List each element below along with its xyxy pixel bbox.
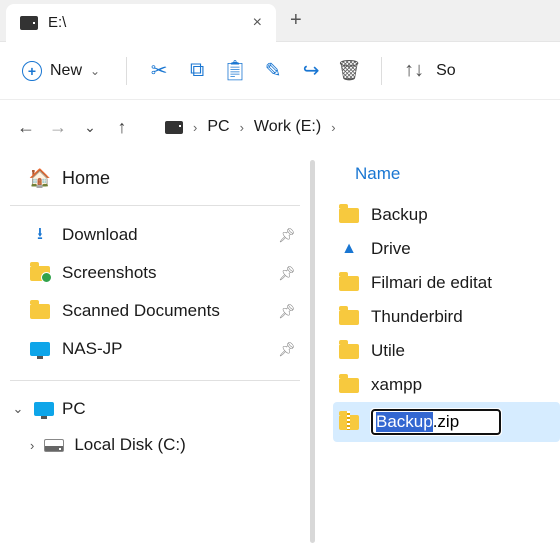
pin-icon: 📌︎: [278, 303, 296, 320]
folder-icon: [30, 266, 50, 281]
file-row-folder[interactable]: Utile: [333, 334, 560, 368]
rename-input-wrapper[interactable]: [371, 409, 501, 435]
file-row-folder[interactable]: Backup: [333, 198, 560, 232]
sidebar: 🏠 Home ⭳ Download 📌︎ Screenshots 📌︎ Scan…: [0, 154, 310, 543]
pin-icon: 📌︎: [278, 227, 296, 244]
cloud-drive-icon: ▲: [339, 239, 359, 259]
toolbar: + New ⌄ ✂ ⧉ 📋︎ ✎ ↪ 🗑︎ ↑↓ So: [0, 42, 560, 100]
file-name: Backup: [371, 205, 428, 225]
file-name: Drive: [371, 239, 411, 259]
pin-icon: 📌︎: [278, 265, 296, 282]
copy-icon[interactable]: ⧉: [181, 59, 213, 82]
folder-icon: [339, 208, 359, 223]
breadcrumb[interactable]: › PC › Work (E:) ›: [158, 113, 548, 141]
sort-icon[interactable]: ↑↓: [398, 59, 430, 82]
sidebar-home[interactable]: 🏠 Home: [0, 160, 310, 203]
main-area: 🏠 Home ⭳ Download 📌︎ Screenshots 📌︎ Scan…: [0, 154, 560, 543]
sidebar-item-screenshots[interactable]: Screenshots 📌︎: [0, 254, 310, 292]
file-name: Filmari de editat: [371, 273, 492, 293]
drive-icon: [44, 439, 64, 452]
sidebar-local-disk-label: Local Disk (C:): [74, 435, 185, 455]
sidebar-pc[interactable]: ⌄ PC: [0, 391, 310, 427]
close-icon[interactable]: ×: [253, 14, 262, 32]
sidebar-item-label: Screenshots: [62, 263, 157, 283]
drive-icon: [165, 121, 183, 134]
tab-active[interactable]: E:\ ×: [6, 4, 276, 42]
column-header-name[interactable]: Name: [333, 160, 560, 198]
chevron-right-icon[interactable]: ›: [30, 438, 34, 453]
nav-row: ← → ⌄ ↑ › PC › Work (E:) ›: [0, 100, 560, 154]
folder-icon: [339, 344, 359, 359]
sidebar-item-scanned-documents[interactable]: Scanned Documents 📌︎: [0, 292, 310, 330]
file-row-zip-renaming[interactable]: [333, 402, 560, 442]
sidebar-item-label: Download: [62, 225, 138, 245]
file-name: Utile: [371, 341, 405, 361]
sidebar-local-disk[interactable]: › Local Disk (C:): [0, 427, 310, 463]
rename-icon[interactable]: ✎: [257, 58, 289, 83]
paste-icon[interactable]: 📋︎: [219, 58, 251, 83]
separator: [10, 205, 300, 206]
file-name: xampp: [371, 375, 422, 395]
sidebar-pc-label: PC: [62, 399, 86, 419]
file-row-folder[interactable]: Filmari de editat: [333, 266, 560, 300]
sidebar-item-label: NAS-JP: [62, 339, 122, 359]
tab-title: E:\: [48, 14, 66, 31]
separator: [126, 57, 127, 85]
download-icon: ⭳: [30, 225, 50, 245]
up-button[interactable]: ↑: [108, 117, 136, 138]
file-row-folder[interactable]: Thunderbird: [333, 300, 560, 334]
rename-input[interactable]: [371, 409, 501, 435]
recent-dropdown[interactable]: ⌄: [76, 119, 104, 136]
new-tab-button[interactable]: +: [276, 9, 316, 32]
separator: [10, 380, 300, 381]
pane-divider[interactable]: [310, 160, 315, 543]
new-button[interactable]: + New ⌄: [12, 55, 110, 87]
sidebar-item-download[interactable]: ⭳ Download 📌︎: [0, 216, 310, 254]
back-button[interactable]: ←: [12, 117, 40, 138]
folder-icon: [339, 310, 359, 325]
monitor-icon: [30, 342, 50, 356]
pin-icon: 📌︎: [278, 341, 296, 358]
folder-icon: [339, 276, 359, 291]
separator: [381, 57, 382, 85]
chevron-right-icon: ›: [240, 120, 244, 135]
chevron-down-icon[interactable]: ⌄: [10, 401, 26, 417]
tab-bar: E:\ × +: [0, 0, 560, 42]
chevron-down-icon: ⌄: [90, 64, 100, 78]
share-icon[interactable]: ↪: [295, 58, 327, 83]
file-row-drive[interactable]: ▲ Drive: [333, 232, 560, 266]
zip-icon: [339, 415, 359, 430]
chevron-right-icon: ›: [331, 120, 335, 135]
breadcrumb-pc[interactable]: PC: [207, 118, 229, 136]
drive-icon: [20, 16, 38, 30]
file-row-folder[interactable]: xampp: [333, 368, 560, 402]
file-name: Thunderbird: [371, 307, 463, 327]
home-icon: 🏠: [30, 169, 50, 189]
pc-icon: [34, 402, 54, 416]
sidebar-item-label: Scanned Documents: [62, 301, 220, 321]
delete-icon[interactable]: 🗑︎: [333, 58, 365, 83]
file-list-pane: Name Backup ▲ Drive Filmari de editat Th…: [323, 154, 560, 543]
folder-icon: [30, 304, 50, 319]
sidebar-item-nas[interactable]: NAS-JP 📌︎: [0, 330, 310, 368]
breadcrumb-drive[interactable]: Work (E:): [254, 118, 321, 136]
forward-button[interactable]: →: [44, 117, 72, 138]
cut-icon[interactable]: ✂: [143, 58, 175, 83]
new-button-label: New: [50, 62, 82, 80]
sort-label: So: [436, 62, 456, 80]
chevron-right-icon: ›: [193, 120, 197, 135]
plus-circle-icon: +: [22, 61, 42, 81]
folder-icon: [339, 378, 359, 393]
sidebar-home-label: Home: [62, 168, 110, 189]
